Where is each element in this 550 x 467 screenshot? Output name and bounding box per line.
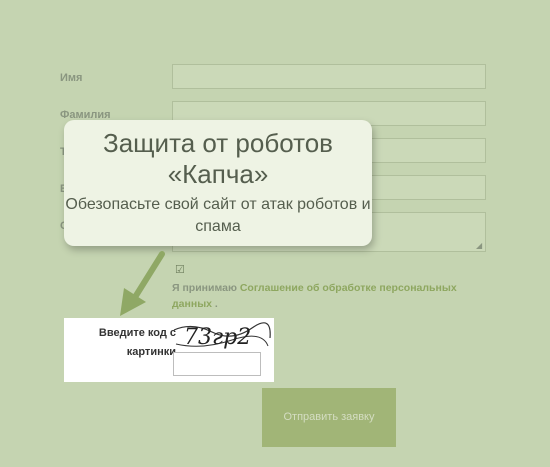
callout-title: Защита от роботов «Капча» — [103, 128, 333, 189]
arrow-down-left-icon — [120, 251, 165, 316]
captcha-image: 73гр2 — [173, 322, 271, 350]
consent-text: Я принимаю Соглашение об обработке персо… — [172, 280, 472, 312]
consent-suffix: . — [212, 298, 218, 310]
callout-subtitle: Обезопасьте свой сайт от атак роботов и … — [65, 196, 371, 235]
submit-button[interactable]: Отправить заявку — [262, 388, 396, 447]
captcha-input[interactable] — [173, 352, 261, 376]
captcha-callout: Защита от роботов «Капча» Обезопасьте св… — [64, 120, 372, 246]
captcha-box: Введите код с картинки 73гр2 — [64, 318, 274, 382]
captcha-code: 73гр2 — [184, 325, 251, 350]
resize-grip-icon[interactable]: ◢ — [476, 242, 484, 250]
consent-prefix: Я принимаю — [172, 282, 240, 294]
first-name-label: Имя — [60, 72, 83, 84]
first-name-input[interactable] — [172, 64, 486, 89]
captcha-label: Введите код с картинки — [98, 327, 176, 358]
consent-checkbox[interactable]: ☑ — [175, 265, 186, 276]
